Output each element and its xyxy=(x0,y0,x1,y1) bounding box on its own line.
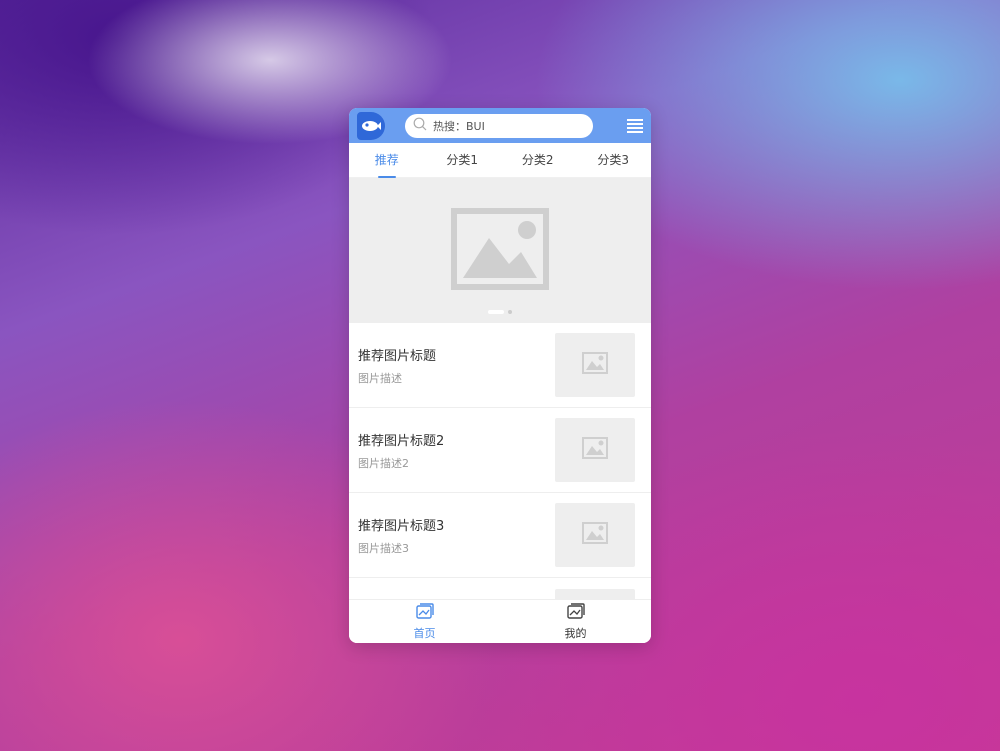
menu-icon[interactable] xyxy=(627,118,643,133)
tab-category-1[interactable]: 分类1 xyxy=(425,143,501,178)
image-icon xyxy=(566,602,585,623)
item-thumbnail xyxy=(555,418,635,482)
fish-logo-icon[interactable] xyxy=(357,111,385,140)
carousel-indicator xyxy=(349,310,651,314)
image-placeholder-icon xyxy=(451,207,549,294)
carousel-dot-active[interactable] xyxy=(488,310,504,314)
list-item[interactable]: 推荐图片标题2 图片描述2 xyxy=(349,408,651,493)
mobile-app-window: 热搜：BUI 推荐 分类1 分类2 分类3 推荐图片标题 图片描述 推荐图片标题… xyxy=(349,108,651,643)
search-placeholder: 热搜：BUI xyxy=(433,119,485,133)
tab-category-3[interactable]: 分类3 xyxy=(576,143,652,178)
image-placeholder-icon xyxy=(582,437,608,463)
app-header: 热搜：BUI xyxy=(349,108,651,143)
item-description: 图片描述3 xyxy=(358,541,409,555)
item-thumbnail xyxy=(555,503,635,567)
tabbar-label-home: 首页 xyxy=(413,626,436,640)
tabbar-item-mine[interactable]: 我的 xyxy=(500,600,651,643)
banner-carousel[interactable] xyxy=(349,178,651,323)
category-tabs: 推荐 分类1 分类2 分类3 xyxy=(349,143,651,178)
search-input[interactable]: 热搜：BUI xyxy=(405,113,593,138)
item-thumbnail xyxy=(555,588,635,599)
tab-recommend[interactable]: 推荐 xyxy=(349,143,425,178)
item-description: 图片描述2 xyxy=(358,456,409,470)
item-description: 图片描述 xyxy=(358,371,402,385)
carousel-dot[interactable] xyxy=(508,310,512,314)
item-title: 推荐图片标题3 xyxy=(358,518,445,534)
image-icon xyxy=(415,602,434,623)
tab-category-2[interactable]: 分类2 xyxy=(500,143,576,178)
image-placeholder-icon xyxy=(582,522,608,548)
item-title: 推荐图片标题2 xyxy=(358,433,445,449)
recommend-list: 推荐图片标题 图片描述 推荐图片标题2 图片描述2 推荐图片标题3 图片描述3 xyxy=(349,323,651,599)
list-item[interactable]: 推荐图片标题 图片描述 xyxy=(349,323,651,408)
item-title: 推荐图片标题 xyxy=(358,348,437,364)
list-item[interactable]: 推荐图片标题3 图片描述3 xyxy=(349,493,651,578)
item-thumbnail xyxy=(555,333,635,397)
tabbar-label-mine: 我的 xyxy=(564,626,587,640)
bottom-tabbar: 首页 我的 xyxy=(349,599,651,643)
tabbar-item-home[interactable]: 首页 xyxy=(349,600,500,643)
list-item-partial[interactable] xyxy=(349,578,651,599)
image-placeholder-icon xyxy=(582,352,608,378)
search-icon xyxy=(413,116,427,135)
